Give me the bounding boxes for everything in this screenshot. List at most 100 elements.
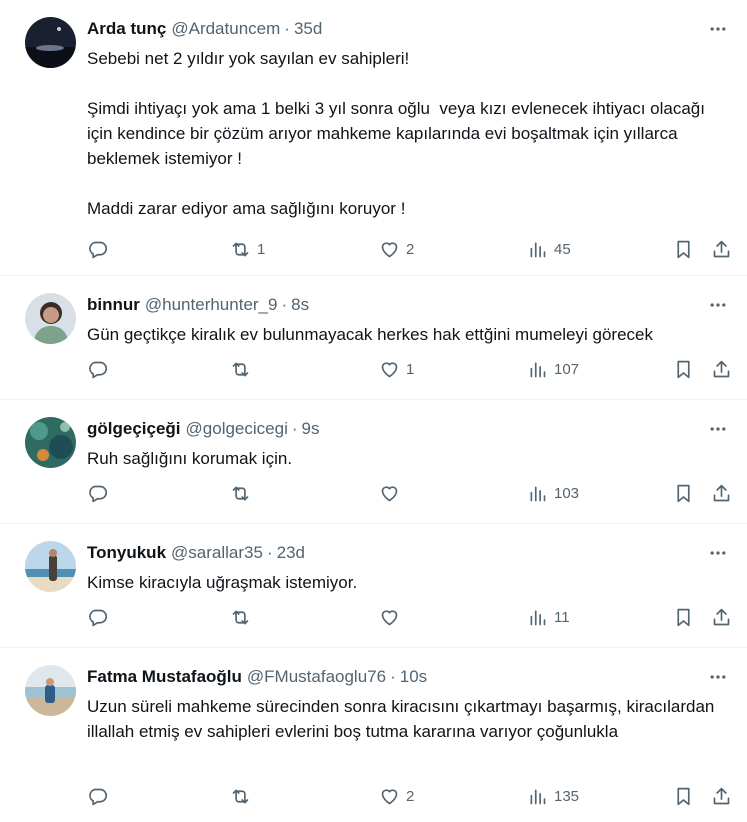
action-bar: 2 135 bbox=[87, 784, 731, 808]
more-options-icon[interactable] bbox=[705, 292, 731, 318]
views-count: 135 bbox=[554, 787, 580, 805]
tweet-text: Ruh sağlığını korumak için. bbox=[87, 449, 293, 468]
views-button[interactable]: 11 bbox=[527, 607, 570, 628]
retweet-icon bbox=[232, 486, 249, 500]
timestamp[interactable]: 23d bbox=[277, 542, 305, 564]
like-button[interactable]: 2 bbox=[379, 239, 414, 260]
bookmark-icon bbox=[677, 787, 690, 805]
views-button[interactable]: 45 bbox=[527, 239, 571, 260]
share-icon bbox=[713, 484, 730, 501]
like-button[interactable] bbox=[379, 483, 406, 504]
share-icon bbox=[713, 240, 730, 257]
action-bar: 1 107 bbox=[87, 357, 731, 381]
more-options-icon[interactable] bbox=[705, 416, 731, 442]
tweet[interactable]: binnur @hunterhunter_9 · 8s Gün geçtikçe… bbox=[0, 276, 747, 400]
reply-icon bbox=[89, 609, 108, 626]
views-chart-icon bbox=[530, 242, 546, 257]
retweet-button[interactable] bbox=[230, 786, 257, 807]
tweet-text: Kimse kiracıyla uğraşmak istemiyor. bbox=[87, 573, 358, 592]
timestamp[interactable]: 8s bbox=[291, 294, 309, 316]
bookmark-button[interactable] bbox=[673, 239, 694, 260]
views-count: 45 bbox=[554, 240, 571, 258]
bookmark-button[interactable] bbox=[673, 607, 694, 628]
more-options-icon[interactable] bbox=[705, 540, 731, 566]
display-name[interactable]: Tonyukuk bbox=[87, 542, 166, 564]
views-count: 103 bbox=[554, 484, 580, 502]
heart-icon bbox=[381, 361, 398, 377]
tweet-feed: Arda tunç @Ardatuncem · 35d Sebebi net 2… bbox=[0, 0, 747, 822]
avatar[interactable] bbox=[25, 541, 76, 592]
retweet-button[interactable] bbox=[230, 483, 257, 504]
like-button[interactable]: 1 bbox=[379, 359, 414, 380]
reply-button[interactable] bbox=[87, 483, 114, 504]
heart-icon bbox=[381, 241, 398, 257]
bookmark-button[interactable] bbox=[673, 359, 694, 380]
user-handle[interactable]: @hunterhunter_9 bbox=[145, 294, 278, 316]
heart-icon bbox=[381, 485, 398, 501]
timestamp[interactable]: 35d bbox=[294, 18, 322, 40]
display-name[interactable]: gölgeçiçeği bbox=[87, 418, 181, 440]
bookmark-button[interactable] bbox=[673, 786, 694, 807]
more-options-icon[interactable] bbox=[705, 664, 731, 690]
bookmark-icon bbox=[677, 608, 690, 626]
tweet-text: Sebebi net 2 yıldır yok sayılan ev sahip… bbox=[87, 49, 705, 218]
user-handle[interactable]: @Ardatuncem bbox=[171, 18, 280, 40]
reply-button[interactable] bbox=[87, 607, 114, 628]
avatar[interactable] bbox=[25, 417, 76, 468]
bookmark-icon bbox=[677, 484, 690, 502]
display-name[interactable]: Arda tunç bbox=[87, 18, 166, 40]
like-count: 2 bbox=[406, 787, 415, 805]
tweet[interactable]: Tonyukuk @sarallar35 · 23d Kimse kiracıy… bbox=[0, 524, 747, 648]
share-button[interactable] bbox=[711, 483, 732, 504]
retweet-icon bbox=[232, 610, 249, 624]
views-chart-icon bbox=[530, 610, 546, 625]
retweet-icon bbox=[232, 242, 249, 256]
reply-icon bbox=[89, 485, 108, 502]
separator-dot: · bbox=[281, 295, 288, 314]
tweet[interactable]: Arda tunç @Ardatuncem · 35d Sebebi net 2… bbox=[0, 0, 747, 276]
user-handle[interactable]: @FMustafaoglu76 bbox=[247, 666, 386, 688]
separator-dot: · bbox=[266, 543, 273, 562]
separator-dot: · bbox=[291, 419, 298, 438]
share-button[interactable] bbox=[711, 786, 732, 807]
share-button[interactable] bbox=[711, 607, 732, 628]
action-bar: 103 bbox=[87, 481, 731, 505]
user-handle[interactable]: @sarallar35 bbox=[171, 542, 263, 564]
like-button[interactable] bbox=[379, 607, 406, 628]
display-name[interactable]: binnur bbox=[87, 294, 140, 316]
display-name[interactable]: Fatma Mustafaoğlu bbox=[87, 666, 242, 688]
action-bar: 11 bbox=[87, 605, 731, 629]
avatar[interactable] bbox=[25, 17, 76, 68]
reply-button[interactable] bbox=[87, 786, 114, 807]
more-options-icon[interactable] bbox=[705, 16, 731, 42]
action-bar: 1 2 45 bbox=[87, 237, 731, 261]
avatar[interactable] bbox=[25, 665, 76, 716]
bookmark-icon bbox=[677, 360, 690, 378]
tweet[interactable]: gölgeçiçeği @golgecicegi · 9s Ruh sağlığ… bbox=[0, 400, 747, 524]
like-count: 2 bbox=[406, 240, 415, 258]
reply-icon bbox=[89, 788, 108, 805]
retweet-button[interactable] bbox=[230, 359, 257, 380]
retweet-button[interactable]: 1 bbox=[230, 239, 265, 260]
reply-button[interactable] bbox=[87, 359, 114, 380]
views-chart-icon bbox=[530, 362, 546, 377]
user-handle[interactable]: @golgecicegi bbox=[186, 418, 288, 440]
reply-button[interactable] bbox=[87, 239, 114, 260]
avatar[interactable] bbox=[25, 293, 76, 344]
retweet-button[interactable] bbox=[230, 607, 257, 628]
like-button[interactable]: 2 bbox=[379, 786, 414, 807]
tweet[interactable]: Fatma Mustafaoğlu @FMustafaoglu76 · 10s … bbox=[0, 648, 747, 822]
share-button[interactable] bbox=[711, 359, 732, 380]
bookmark-button[interactable] bbox=[673, 483, 694, 504]
bookmark-icon bbox=[677, 240, 690, 258]
views-button[interactable]: 103 bbox=[527, 483, 579, 504]
share-button[interactable] bbox=[711, 239, 732, 260]
views-button[interactable]: 135 bbox=[527, 786, 579, 807]
timestamp[interactable]: 10s bbox=[400, 666, 427, 688]
views-button[interactable]: 107 bbox=[527, 359, 579, 380]
timestamp[interactable]: 9s bbox=[302, 418, 320, 440]
retweet-icon bbox=[232, 362, 249, 376]
share-icon bbox=[713, 360, 730, 377]
reply-icon bbox=[89, 361, 108, 378]
separator-dot: · bbox=[390, 667, 396, 686]
